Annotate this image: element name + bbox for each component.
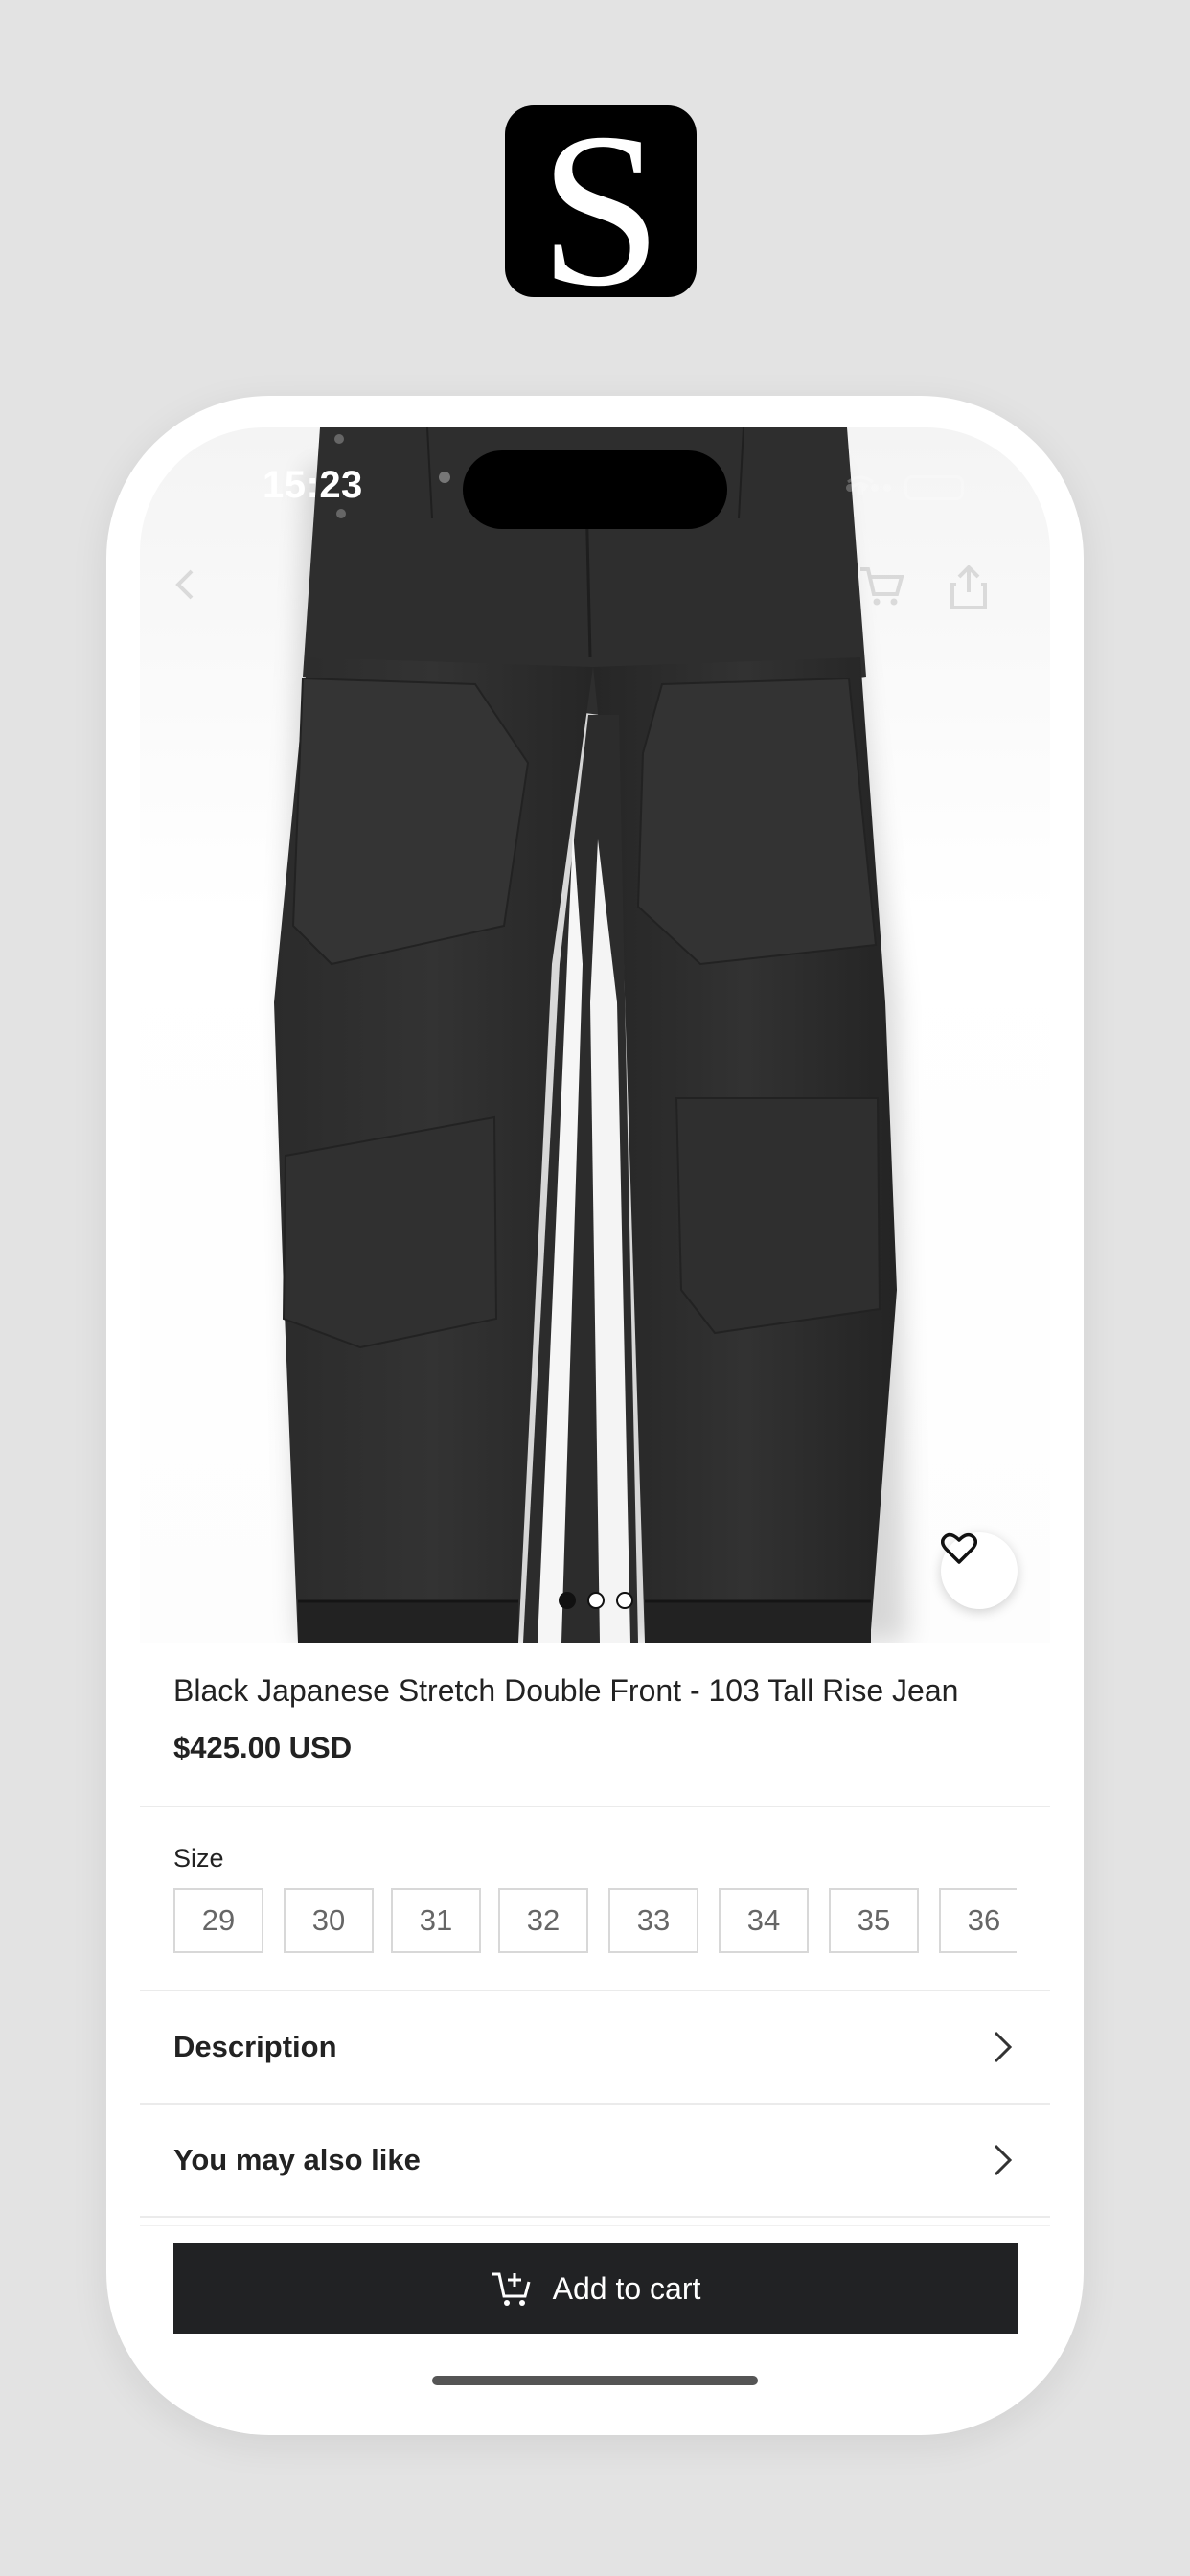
status-time: 15:23 bbox=[263, 464, 363, 506]
size-chip[interactable]: 31 bbox=[391, 1888, 481, 1953]
heart-icon bbox=[941, 1532, 977, 1564]
battery-icon bbox=[904, 475, 964, 500]
back-button[interactable] bbox=[167, 565, 222, 621]
divider bbox=[140, 1806, 1050, 1807]
size-chip[interactable]: 30 bbox=[284, 1888, 374, 1953]
share-button[interactable] bbox=[949, 565, 1004, 621]
divider bbox=[140, 2216, 1050, 2218]
description-label: Description bbox=[173, 2030, 337, 2063]
also-like-row[interactable]: You may also like bbox=[140, 2104, 1050, 2216]
share-icon bbox=[950, 565, 987, 610]
also-like-label: You may also like bbox=[173, 2143, 421, 2176]
app-logo-letter: S bbox=[539, 87, 662, 332]
size-chip[interactable]: 34 bbox=[719, 1888, 809, 1953]
phone-frame: 15:23 Black Japanese Stretch Double Fron… bbox=[106, 396, 1084, 2435]
home-indicator[interactable] bbox=[432, 2376, 758, 2385]
size-chip[interactable]: 35 bbox=[829, 1888, 919, 1953]
dynamic-island bbox=[463, 450, 727, 529]
cart-plus-icon bbox=[492, 2272, 531, 2306]
size-chip[interactable]: 36 bbox=[939, 1888, 1017, 1953]
pager-dot[interactable] bbox=[559, 1592, 576, 1609]
app-logo: S bbox=[505, 100, 697, 320]
size-options: 29 30 31 32 33 34 35 36 bbox=[173, 1888, 1017, 1955]
pager-dot[interactable] bbox=[587, 1592, 605, 1609]
description-row[interactable]: Description bbox=[140, 1991, 1050, 2103]
image-pager[interactable] bbox=[559, 1592, 633, 1609]
favorite-button[interactable] bbox=[941, 1532, 1018, 1609]
wifi-icon bbox=[847, 475, 874, 495]
chevron-left-icon bbox=[175, 569, 194, 600]
cart-icon bbox=[860, 567, 904, 606]
size-label: Size bbox=[173, 1844, 224, 1873]
size-chip[interactable]: 32 bbox=[498, 1888, 588, 1953]
product-image[interactable]: 15:23 bbox=[140, 427, 1050, 1643]
product-price: $425.00 USD bbox=[173, 1731, 353, 1764]
divider bbox=[140, 2225, 1050, 2226]
add-to-cart-button[interactable]: Add to cart bbox=[173, 2243, 1018, 2334]
pager-dot[interactable] bbox=[616, 1592, 633, 1609]
chevron-right-icon bbox=[994, 2144, 1013, 2176]
add-to-cart-label: Add to cart bbox=[552, 2270, 701, 2306]
product-title: Black Japanese Stretch Double Front - 10… bbox=[173, 1673, 959, 1708]
chevron-right-icon bbox=[994, 2031, 1013, 2063]
size-chip[interactable]: 29 bbox=[173, 1888, 263, 1953]
screen: 15:23 Black Japanese Stretch Double Fron… bbox=[140, 427, 1050, 2402]
size-chip[interactable]: 33 bbox=[608, 1888, 698, 1953]
status-icons bbox=[846, 475, 964, 500]
cart-button[interactable] bbox=[858, 565, 914, 621]
